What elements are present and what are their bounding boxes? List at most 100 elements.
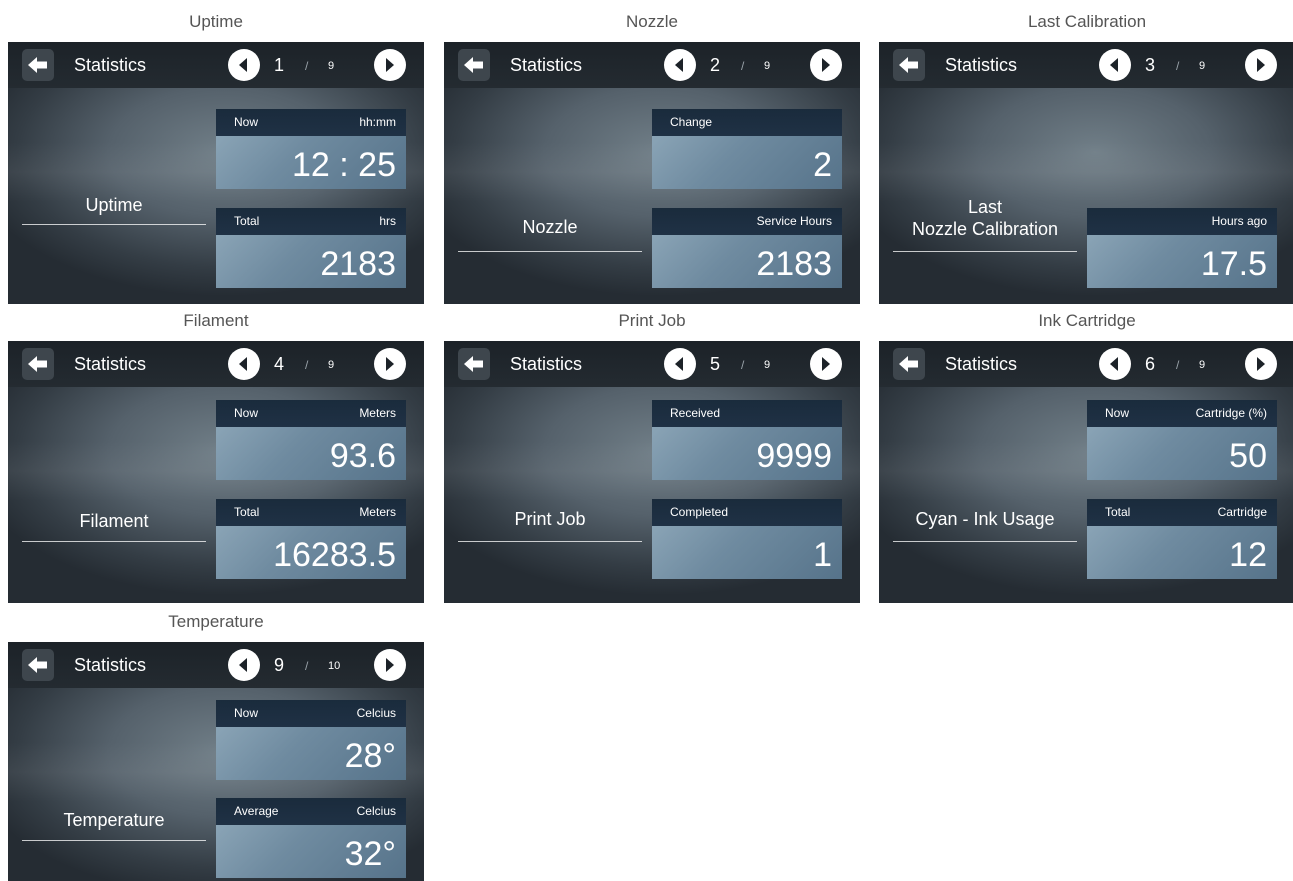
stat-value: 2183: [320, 245, 396, 283]
back-arrow-icon: [464, 356, 483, 372]
triangle-left-icon: [239, 357, 247, 371]
panel-caption: Filament: [183, 311, 249, 330]
back-button[interactable]: [458, 49, 490, 81]
box-header: Received: [652, 400, 842, 427]
panel-caption: Uptime: [189, 12, 243, 31]
previous-page-button[interactable]: [228, 348, 260, 380]
back-button[interactable]: [22, 348, 54, 380]
box-header: Total Meters: [216, 499, 406, 526]
triangle-right-icon: [386, 58, 394, 72]
box-header-left: Completed: [670, 505, 729, 519]
stat-value: 1: [813, 536, 832, 574]
box-header: Completed: [652, 499, 842, 526]
previous-page-button[interactable]: [664, 49, 696, 81]
box-header-unit: Hours ago: [1211, 214, 1267, 228]
bottom-stat-box: Service Hours 2183: [652, 208, 842, 288]
label-divider: [458, 251, 642, 252]
total-pages: 10: [328, 660, 341, 672]
box-header: Now Celcius: [216, 700, 406, 727]
page-separator: /: [1176, 59, 1180, 73]
total-pages: 9: [764, 359, 771, 371]
device-screen: Statistics 6 / 9 Cyan - Ink Usage Now Ca…: [879, 341, 1293, 603]
back-button[interactable]: [22, 649, 54, 681]
page-separator: /: [741, 59, 745, 73]
box-body: 2183: [216, 235, 406, 288]
triangle-left-icon: [675, 357, 683, 371]
next-page-button[interactable]: [374, 649, 406, 681]
box-header: Now hh:mm: [216, 109, 406, 136]
box-header: Service Hours: [652, 208, 842, 235]
box-body: 16283.5: [216, 526, 406, 579]
box-header-unit: hrs: [379, 214, 396, 228]
page-separator: /: [1176, 358, 1180, 372]
box-header-left: Now: [1105, 406, 1130, 420]
back-button[interactable]: [22, 49, 54, 81]
back-button[interactable]: [458, 348, 490, 380]
box-header-unit: Cartridge: [1217, 505, 1267, 519]
previous-page-button[interactable]: [1099, 49, 1131, 81]
box-header-left: Now: [234, 115, 259, 129]
next-page-button[interactable]: [374, 348, 406, 380]
box-header-unit: Cartridge (%): [1195, 406, 1267, 420]
previous-page-button[interactable]: [228, 49, 260, 81]
top-stat-box: Change 2: [652, 109, 842, 189]
triangle-right-icon: [1257, 58, 1265, 72]
back-button[interactable]: [893, 348, 925, 380]
total-pages: 9: [328, 359, 335, 371]
next-page-button[interactable]: [1245, 49, 1277, 81]
stat-value: 9999: [756, 437, 832, 475]
screen-title: Statistics: [74, 655, 147, 675]
back-arrow-icon: [28, 657, 47, 673]
triangle-left-icon: [675, 58, 683, 72]
triangle-left-icon: [239, 58, 247, 72]
screen-title: Statistics: [945, 354, 1018, 374]
bottom-stat-box: Total hrs 2183: [216, 208, 406, 288]
panel-caption: Last Calibration: [1027, 12, 1147, 31]
next-page-button[interactable]: [1245, 348, 1277, 380]
box-header-left: Total: [234, 214, 260, 228]
box-header-unit: Celcius: [356, 706, 396, 720]
top-stat-box: Now hh:mm 12 : 25: [216, 109, 406, 189]
previous-page-button[interactable]: [228, 649, 260, 681]
next-page-button[interactable]: [810, 348, 842, 380]
panel-caption: Nozzle: [626, 12, 678, 31]
top-bar: Statistics 1 / 9: [8, 42, 424, 88]
box-header-unit: Meters: [359, 505, 396, 519]
box-body: 32°: [216, 825, 406, 878]
stat-label: Print Job: [514, 509, 586, 529]
stat-value: 12 : 25: [292, 146, 396, 184]
device-screen: Statistics 4 / 9 Filament Now Meters 93.…: [8, 341, 424, 603]
box-header-left: Received: [670, 406, 721, 420]
stat-value: 16283.5: [273, 536, 396, 574]
back-button[interactable]: [893, 49, 925, 81]
total-pages: 9: [764, 60, 771, 72]
bottom-stat-box: Total Meters 16283.5: [216, 499, 406, 579]
stat-label-line-1: Last: [967, 197, 1003, 217]
label-divider: [22, 840, 206, 841]
previous-page-button[interactable]: [664, 348, 696, 380]
box-body: 12 : 25: [216, 136, 406, 189]
next-page-button[interactable]: [810, 49, 842, 81]
device-screen: Statistics 5 / 9 Print Job Received 9999…: [444, 341, 860, 603]
page-separator: /: [305, 659, 309, 673]
box-header-left: Now: [234, 706, 259, 720]
screen-title: Statistics: [510, 354, 583, 374]
stat-value: 2183: [756, 245, 832, 283]
device-screen: Statistics 3 / 9 Last Nozzle Calibration…: [879, 42, 1293, 304]
box-header: Total hrs: [216, 208, 406, 235]
back-arrow-icon: [28, 356, 47, 372]
box-body: 12: [1087, 526, 1277, 579]
box-body: 1: [652, 526, 842, 579]
back-arrow-icon: [899, 57, 918, 73]
screen-title: Statistics: [510, 55, 583, 75]
previous-page-button[interactable]: [1099, 348, 1131, 380]
next-page-button[interactable]: [374, 49, 406, 81]
bottom-stat-box: Completed 1: [652, 499, 842, 579]
panel-caption: Print Job: [618, 311, 686, 330]
box-header-left: Change: [670, 115, 713, 129]
bottom-stat-box: Hours ago 17.5: [1087, 208, 1277, 288]
box-header: Hours ago: [1087, 208, 1277, 235]
triangle-right-icon: [386, 357, 394, 371]
stat-label: Nozzle: [522, 217, 578, 237]
box-body: 9999: [652, 427, 842, 480]
